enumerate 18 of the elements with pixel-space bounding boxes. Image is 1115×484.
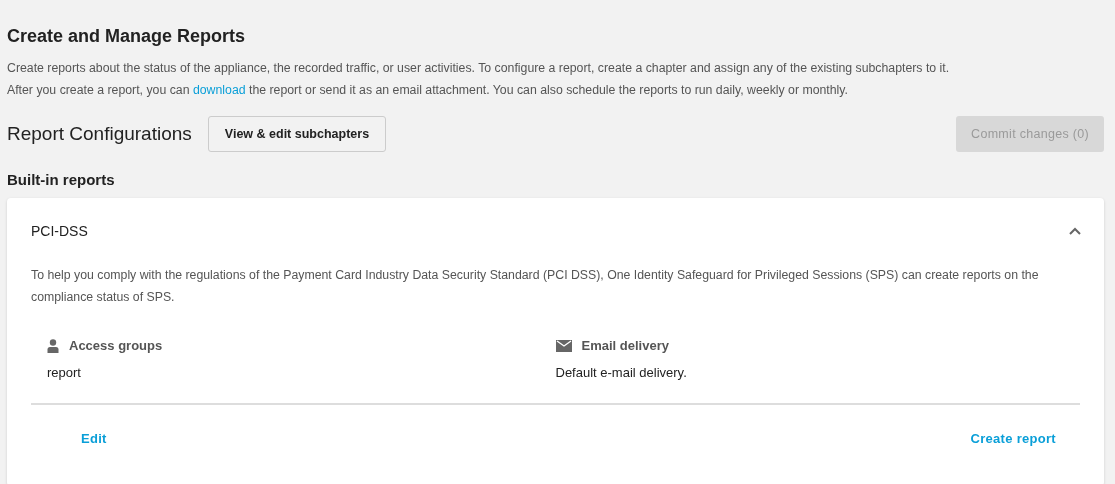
person-icon — [47, 338, 59, 353]
page-title: Create and Manage Reports — [7, 26, 247, 47]
field-value: Default e-mail delivery. — [555, 365, 688, 380]
subsection-title: Built-in reports — [7, 171, 116, 188]
action-link[interactable]: Create report — [970, 431, 1056, 446]
envelope-icon — [555, 339, 572, 352]
report-description: To help you comply with the regulations of the Payment Card Industry Data Security Standard (PCI DSS), One Identity Safeguard for Privileged Sessions (SPS) can create reports on the compliance status of SPS. — [31, 267, 1040, 306]
subchapters-button[interactable]: View & edit subchapters — [207, 116, 387, 152]
download-link[interactable]: download — [192, 83, 246, 97]
intro-text: After you create a report, you can download the report or send it as an email attachment. You can also schedule the reports to run daily, weekly or monthly. — [7, 82, 849, 99]
intro-text: Create reports about the status of the appliance, the recorded traffic, or user activities. To configure a report, create a chapter and assign any of the existing subchapters to it. — [7, 60, 951, 77]
field-label: Access groups — [69, 338, 163, 353]
field-label: Email delivery — [581, 338, 669, 353]
section-title: Report Configurations — [7, 123, 192, 145]
chevron-up-icon[interactable] — [1068, 226, 1082, 236]
report-name: PCI-DSS — [31, 223, 88, 239]
field-value: report — [47, 365, 82, 380]
action-link[interactable]: Edit — [81, 431, 107, 446]
